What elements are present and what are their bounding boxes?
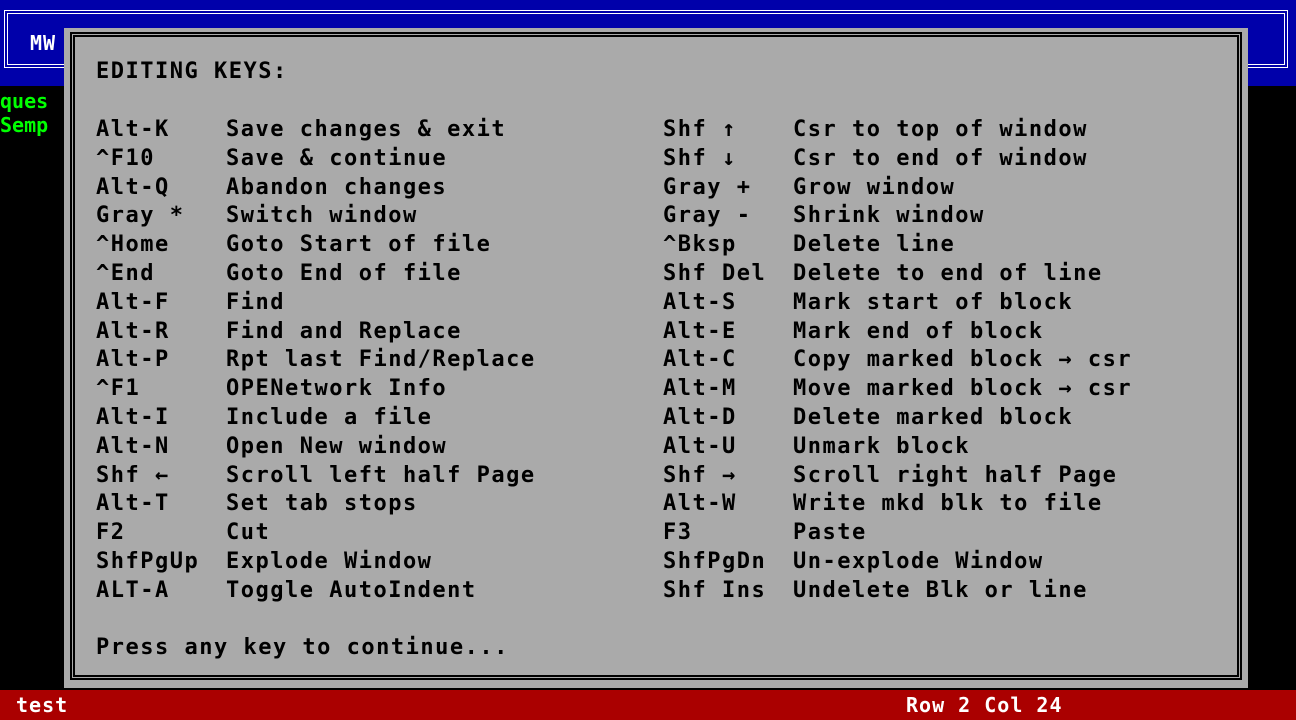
key-label: Alt-C <box>663 347 737 373</box>
key-description: Goto End of file <box>226 260 462 286</box>
key-label: Gray + <box>663 174 752 200</box>
key-description: Find and Replace <box>226 318 462 344</box>
key-description: Undelete Blk or line <box>793 577 1088 603</box>
key-label: ^Bksp <box>663 232 737 258</box>
key-label: Alt-D <box>663 404 737 430</box>
key-label: Shf Del <box>663 260 767 286</box>
key-description: Mark end of block <box>793 318 1044 344</box>
status-filename: test <box>16 693 69 717</box>
key-label: Alt-E <box>663 318 737 344</box>
key-label: Alt-Q <box>96 174 170 200</box>
key-label: Shf ← <box>96 462 170 488</box>
key-description: Csr to top of window <box>793 117 1088 142</box>
key-label: ShfPgDn <box>663 548 767 574</box>
key-label: Alt-F <box>96 289 170 315</box>
key-description: Save changes & exit <box>226 117 507 142</box>
key-label: Alt-I <box>96 404 170 430</box>
key-label: F2 <box>96 520 126 546</box>
key-description: Open New window <box>226 433 448 459</box>
key-label: Alt-N <box>96 433 170 459</box>
key-label: ShfPgUp <box>96 548 200 574</box>
key-label: Alt-W <box>663 491 737 517</box>
key-description: Move marked block → csr <box>793 376 1133 402</box>
key-label: Alt-M <box>663 376 737 402</box>
key-label: F3 <box>663 520 693 546</box>
key-label: Alt-K <box>96 117 170 142</box>
key-description: Save & continue <box>226 145 448 171</box>
key-description: OPENetwork Info <box>226 376 448 402</box>
key-label: Alt-S <box>663 289 737 315</box>
key-description: Un-explode Window <box>793 548 1044 574</box>
background-line: ques <box>0 89 49 113</box>
key-label: Alt-P <box>96 347 170 373</box>
status-cursor-position: Row 2 Col 24 <box>906 693 1063 717</box>
key-description: Mark start of block <box>793 289 1074 315</box>
key-description: Cut <box>226 520 271 546</box>
key-description: Scroll left half Page <box>226 462 536 488</box>
key-description: Explode Window <box>226 548 433 574</box>
key-description: Scroll right half Page <box>793 462 1118 488</box>
key-description: Delete line <box>793 232 956 258</box>
key-label: ^End <box>96 260 155 286</box>
press-any-key-prompt: Press any key to continue... <box>96 635 509 660</box>
key-label: Shf → <box>663 462 737 488</box>
key-description: Abandon changes <box>226 174 448 200</box>
key-label: Alt-T <box>96 491 170 517</box>
key-description: Set tab stops <box>226 491 418 517</box>
key-label: ^F1 <box>96 376 141 402</box>
key-description: Rpt last Find/Replace <box>226 347 536 373</box>
background-line: Semp <box>0 113 49 137</box>
key-description: Find <box>226 289 285 315</box>
key-description: Delete to end of line <box>793 260 1103 286</box>
key-description: Goto Start of file <box>226 232 492 258</box>
key-label: ^F10 <box>96 145 155 171</box>
key-description: Toggle AutoIndent <box>226 577 477 603</box>
key-description: Grow window <box>793 174 956 200</box>
key-description: Write mkd blk to file <box>793 491 1103 517</box>
key-label: Shf ↑ <box>663 117 737 142</box>
key-description: Paste <box>793 520 867 546</box>
key-description: Unmark block <box>793 433 970 459</box>
key-label: Alt-U <box>663 433 737 459</box>
background-editor-text: ques Semp <box>0 88 49 137</box>
key-label: Gray - <box>663 203 752 229</box>
key-description: Delete marked block <box>793 404 1074 430</box>
key-description: Csr to end of window <box>793 145 1088 171</box>
dialog-heading: EDITING KEYS: <box>96 59 288 84</box>
key-description: Shrink window <box>793 203 985 229</box>
key-label: ALT-A <box>96 577 170 603</box>
key-label: Alt-R <box>96 318 170 344</box>
key-description: Copy marked block → csr <box>793 347 1133 373</box>
key-description: Switch window <box>226 203 418 229</box>
key-label: Gray * <box>96 203 185 229</box>
key-label: Shf Ins <box>663 577 767 603</box>
key-label: ^Home <box>96 232 170 258</box>
window-title: MW <box>30 31 57 55</box>
key-label: Shf ↓ <box>663 145 737 171</box>
key-description: Include a file <box>226 404 433 430</box>
status-bar: test Row 2 Col 24 <box>0 690 1296 720</box>
